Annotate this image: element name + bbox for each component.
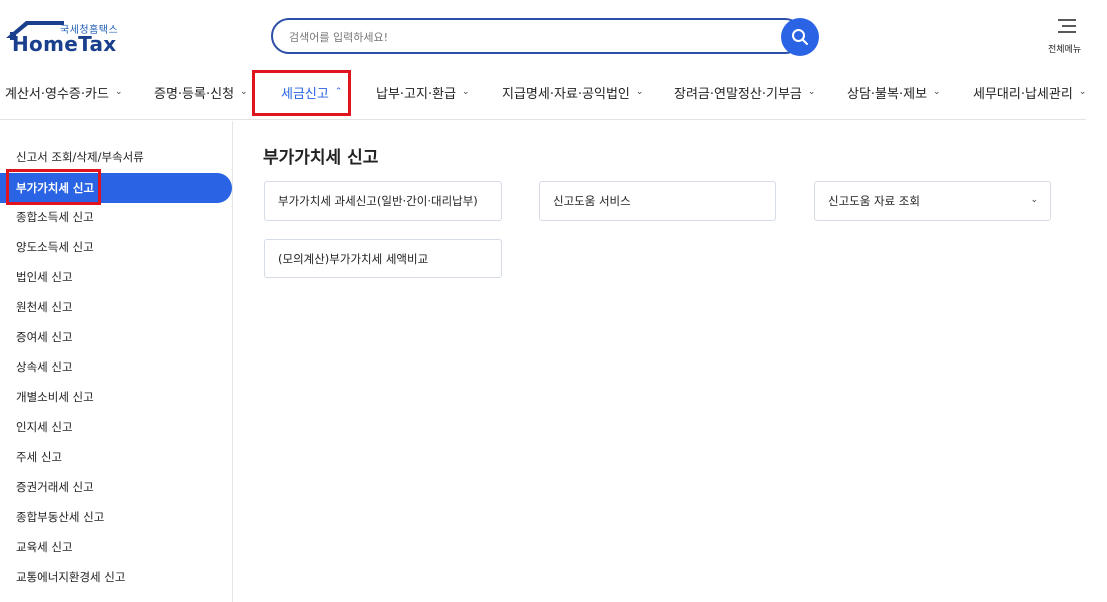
nav-item-label: 납부·고지·환급: [376, 86, 457, 102]
nav-item-incentive[interactable]: 장려금·연말정산·기부금 ⌄: [674, 78, 815, 106]
nav-item-tax-agent[interactable]: 세무대리·납세관리 ⌄: [973, 78, 1086, 106]
main-nav: 계산서·영수증·카드 ⌄ 증명·등록·신청 ⌄ 세금신고 ⌃ 납부·고지·환급 …: [0, 70, 1086, 120]
card-filing-help-service[interactable]: 신고도움 서비스: [539, 181, 776, 221]
nav-item-label: 장려금·연말정산·기부금: [674, 86, 802, 102]
card-label: 신고도움 자료 조회: [828, 194, 920, 208]
card-vat-filing[interactable]: 부가가치세 과세신고(일반·간이·대리납부): [264, 181, 502, 221]
card-label: (모의계산)부가가치세 세액비교: [278, 251, 429, 266]
all-menu-label: 전체메뉴: [1048, 45, 1082, 55]
search-input[interactable]: [289, 27, 759, 47]
chevron-down-icon: ⌄: [807, 87, 816, 97]
sidebar-item-stamp-tax[interactable]: 인지세 신고: [16, 419, 73, 435]
all-menu-button[interactable]: 전체메뉴: [1044, 18, 1088, 58]
sidebar-item-capital-gains-tax[interactable]: 양도소득세 신고: [16, 239, 94, 255]
sidebar-item-property-tax[interactable]: 종합부동산세 신고: [16, 509, 104, 525]
sidebar-item-income-tax[interactable]: 종합소득세 신고: [16, 209, 94, 225]
sidebar-item-excise-tax[interactable]: 개별소비세 신고: [16, 389, 94, 405]
card-filing-help-data[interactable]: 신고도움 자료 조회 ⌄: [814, 181, 1051, 221]
nav-item-certificate[interactable]: 증명·등록·신청 ⌄: [154, 78, 248, 106]
sidebar-item-corporate-tax[interactable]: 법인세 신고: [16, 269, 73, 285]
card-label: 신고도움 서비스: [553, 194, 631, 208]
sidebar-item-gift-tax[interactable]: 증여세 신고: [16, 329, 73, 345]
hometax-logo[interactable]: 국세청홈택스 HomeTax: [4, 18, 124, 58]
search-icon: [792, 29, 808, 45]
chevron-down-icon: ⌄: [933, 87, 941, 97]
sidebar-item-securities-tax[interactable]: 증권거래세 신고: [16, 479, 94, 495]
nav-item-label: 지급명세·자료·공익법인: [502, 86, 630, 102]
nav-highlight-box: [252, 70, 351, 116]
sidebar-item-inheritance-tax[interactable]: 상속세 신고: [16, 359, 73, 375]
sidebar-highlight-box: [6, 169, 101, 205]
header: 국세청홈택스 HomeTax 전체메뉴: [0, 0, 1107, 70]
nav-item-payment[interactable]: 납부·고지·환급 ⌄: [376, 78, 470, 106]
nav-item-label: 상담·불복·제보: [847, 86, 928, 102]
nav-item-label: 계산서·영수증·카드: [5, 86, 109, 102]
nav-item-label: 증명·등록·신청: [154, 86, 235, 102]
logo-title: HomeTax: [12, 32, 117, 56]
sidebar-item-education-tax[interactable]: 교육세 신고: [16, 539, 73, 555]
chevron-down-icon: ⌄: [1030, 195, 1038, 205]
nav-item-consult[interactable]: 상담·불복·제보 ⌄: [847, 78, 941, 106]
chevron-down-icon: ⌄: [462, 87, 470, 97]
sidebar-item-liquor-tax[interactable]: 주세 신고: [16, 449, 62, 465]
nav-item-invoice[interactable]: 계산서·영수증·카드 ⌄: [5, 78, 123, 106]
sidebar-item-withholding-tax[interactable]: 원천세 신고: [16, 299, 73, 315]
page-title: 부가가치세 신고: [263, 148, 379, 168]
chevron-down-icon: ⌄: [114, 87, 123, 97]
sidebar-item-report-lookup[interactable]: 신고서 조회/삭제/부속서류: [16, 149, 144, 165]
hamburger-menu-icon: [1058, 19, 1076, 33]
chevron-down-icon: ⌄: [635, 87, 644, 97]
sidebar-item-transport-energy-tax[interactable]: 교통에너지환경세 신고: [16, 569, 125, 585]
chevron-down-icon: ⌄: [1078, 87, 1087, 97]
chevron-down-icon: ⌄: [240, 87, 248, 97]
card-simulated-vat-compare[interactable]: (모의계산)부가가치세 세액비교: [264, 239, 502, 278]
search-button[interactable]: [781, 18, 819, 56]
search-box: [271, 18, 803, 54]
nav-item-label: 세무대리·납세관리: [973, 86, 1073, 102]
nav-item-payment-statement[interactable]: 지급명세·자료·공익법인 ⌄: [502, 78, 643, 106]
card-label: 부가가치세 과세신고(일반·간이·대리납부): [278, 194, 478, 208]
